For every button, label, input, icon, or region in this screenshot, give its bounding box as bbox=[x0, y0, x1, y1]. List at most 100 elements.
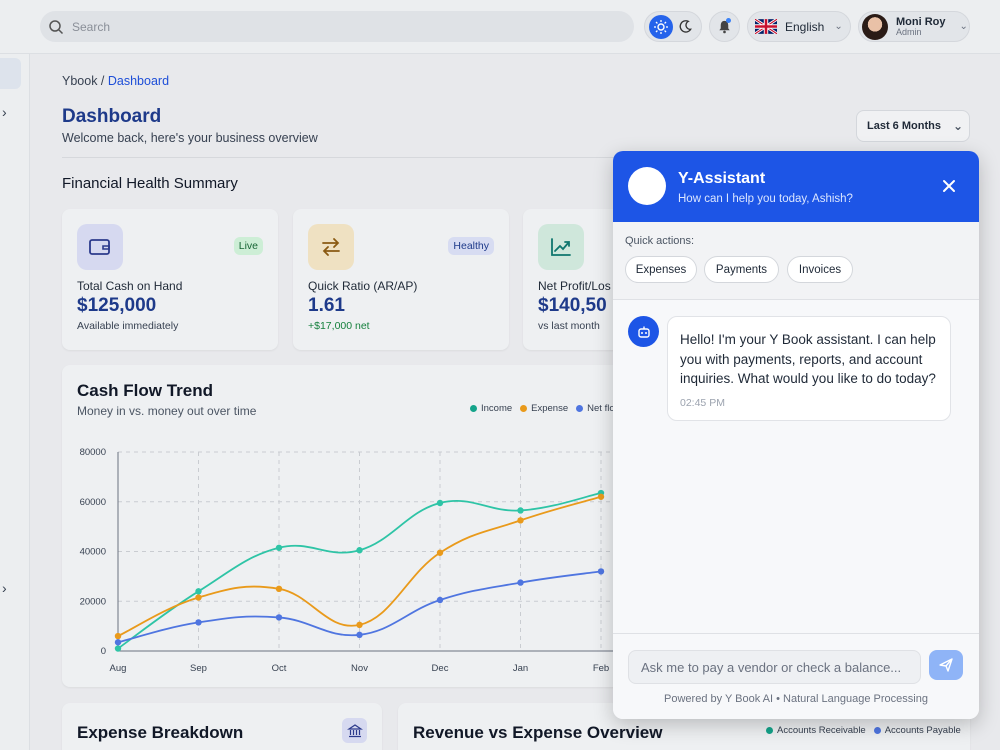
card-label: Quick Ratio (AR/AP) bbox=[308, 279, 418, 293]
powered-by: Powered by Y Book AI • Natural Language … bbox=[664, 693, 928, 705]
quick-action-payments[interactable]: Payments bbox=[704, 256, 779, 283]
y-tick-label: 0 bbox=[101, 646, 106, 657]
sun-icon bbox=[654, 19, 668, 34]
close-button[interactable] bbox=[939, 176, 959, 196]
legend-income[interactable]: Income bbox=[470, 403, 512, 414]
chevron-down-icon: ⌄ bbox=[952, 119, 964, 133]
sidebar: › › bbox=[0, 54, 30, 750]
revenue-expense-title: Revenue vs Expense Overview bbox=[413, 723, 663, 742]
uk-flag-icon bbox=[755, 19, 777, 34]
x-tick-label: Aug bbox=[110, 663, 127, 674]
user-role: Admin bbox=[896, 26, 922, 37]
bot-icon bbox=[628, 316, 659, 347]
chevron-right-icon[interactable]: › bbox=[2, 580, 7, 596]
message-time: 02:45 PM bbox=[680, 396, 725, 409]
card-value: 1.61 bbox=[308, 295, 345, 316]
x-tick-label: Jan bbox=[513, 663, 528, 674]
legend-accounts-payable[interactable]: Accounts Payable bbox=[873, 725, 961, 736]
data-point-expense bbox=[356, 621, 363, 629]
data-point-expense bbox=[195, 594, 202, 601]
assistant-panel: Y-Assistant How can I help you today, As… bbox=[613, 151, 979, 719]
assistant-subtitle: How can I help you today, Ashish? bbox=[678, 193, 853, 205]
data-point-expense bbox=[275, 585, 283, 593]
quick-actions: Quick actions: Expenses Payments Invoice… bbox=[613, 222, 979, 300]
moon-icon bbox=[679, 20, 692, 33]
arrows-exchange-icon bbox=[308, 224, 354, 270]
card-note: Available immediately bbox=[77, 320, 179, 332]
card-note: +$17,000 net bbox=[308, 320, 370, 332]
cash-card[interactable]: Live Total Cash on Hand $125,000 Availab… bbox=[62, 209, 278, 350]
legend-expense[interactable]: Expense bbox=[520, 403, 568, 414]
close-icon bbox=[943, 180, 955, 192]
breadcrumb-root[interactable]: Ybook bbox=[62, 74, 97, 88]
chevron-down-icon: ⌄ bbox=[959, 21, 968, 32]
notification-dot bbox=[726, 18, 731, 23]
search-icon bbox=[49, 19, 64, 34]
quick-action-expenses[interactable]: Expenses bbox=[625, 256, 697, 283]
send-button[interactable] bbox=[929, 650, 963, 680]
assistant-footer: Powered by Y Book AI • Natural Language … bbox=[613, 633, 979, 719]
cash-flow-subtitle: Money in vs. money out over time bbox=[77, 404, 257, 418]
status-badge: Healthy bbox=[448, 237, 494, 255]
period-select[interactable]: Last 6 Months ⌄ bbox=[856, 110, 970, 142]
breadcrumb: Ybook / Dashboard bbox=[62, 74, 169, 88]
light-mode-button[interactable] bbox=[649, 14, 673, 39]
dark-mode-button[interactable] bbox=[673, 15, 697, 39]
sidebar-active-item[interactable] bbox=[0, 58, 21, 89]
user-menu[interactable]: Moni Roy Admin ⌄ bbox=[858, 11, 970, 42]
page-title: Dashboard bbox=[62, 106, 162, 127]
chevron-right-icon[interactable]: › bbox=[2, 104, 7, 120]
card-label: Total Cash on Hand bbox=[77, 279, 183, 293]
x-tick-label: Feb bbox=[593, 663, 609, 674]
search-input[interactable] bbox=[72, 19, 572, 34]
theme-toggle[interactable] bbox=[644, 11, 702, 42]
expense-breakdown-panel: Expense Breakdown bbox=[62, 703, 382, 750]
data-point-expense bbox=[517, 517, 524, 524]
x-tick-label: Sep bbox=[190, 663, 207, 674]
data-point-expense bbox=[436, 549, 444, 556]
language-selector[interactable]: English ⌄ bbox=[747, 11, 851, 42]
bank-icon bbox=[342, 718, 367, 743]
card-note: vs last month bbox=[538, 320, 600, 332]
top-bar: English ⌄ Moni Roy Admin ⌄ bbox=[0, 0, 1000, 54]
quick-action-invoices[interactable]: Invoices bbox=[787, 256, 853, 283]
legend-net-flow[interactable]: Net flo bbox=[576, 403, 615, 414]
trend-up-icon bbox=[538, 224, 584, 270]
assistant-title: Y-Assistant bbox=[678, 170, 766, 187]
data-point-net-flo bbox=[114, 639, 122, 646]
assistant-header: Y-Assistant How can I help you today, As… bbox=[613, 151, 979, 222]
revenue-legend: Accounts Receivable Accounts Payable bbox=[766, 725, 969, 736]
expense-breakdown-title: Expense Breakdown bbox=[77, 723, 244, 742]
data-point-net-flo bbox=[436, 596, 444, 604]
breadcrumb-separator: / bbox=[97, 74, 108, 88]
notifications-button[interactable] bbox=[709, 11, 740, 42]
chevron-down-icon: ⌄ bbox=[834, 21, 843, 32]
language-label: English bbox=[785, 19, 825, 34]
assistant-message: Hello! I'm your Y Book assistant. I can … bbox=[667, 316, 951, 421]
legend-accounts-receivable[interactable]: Accounts Receivable bbox=[766, 725, 866, 736]
y-tick-label: 60000 bbox=[80, 497, 106, 508]
period-select-value: Last 6 Months bbox=[867, 120, 941, 132]
data-point-expense bbox=[597, 493, 605, 500]
quick-ratio-card[interactable]: Healthy Quick Ratio (AR/AP) 1.61 +$17,00… bbox=[293, 209, 509, 350]
data-point-net-flo bbox=[517, 579, 524, 586]
quick-actions-label: Quick actions: bbox=[625, 235, 695, 247]
search-bar[interactable] bbox=[40, 11, 634, 42]
data-point-income bbox=[436, 499, 444, 507]
assistant-avatar bbox=[628, 167, 666, 205]
cash-flow-chart: 0 20000 40000 60000 80000 Aug Sep Oct Nov Dec Jan F… bbox=[80, 447, 613, 674]
y-tick-label: 80000 bbox=[80, 447, 106, 458]
data-point-income bbox=[517, 507, 524, 514]
data-point-net-flo bbox=[275, 614, 283, 621]
avatar bbox=[862, 13, 888, 40]
y-tick-label: 40000 bbox=[80, 547, 106, 558]
data-point-income bbox=[275, 544, 283, 551]
data-point-income bbox=[114, 645, 122, 652]
page-subtitle: Welcome back, here's your business overv… bbox=[62, 131, 318, 145]
card-value: $125,000 bbox=[77, 295, 157, 316]
assistant-input[interactable] bbox=[628, 650, 921, 684]
cash-flow-title: Cash Flow Trend bbox=[77, 381, 214, 400]
chart-legend: Income Expense Net flo bbox=[470, 403, 623, 414]
y-tick-label: 20000 bbox=[80, 596, 106, 607]
section-title: Financial Health Summary bbox=[62, 175, 238, 192]
